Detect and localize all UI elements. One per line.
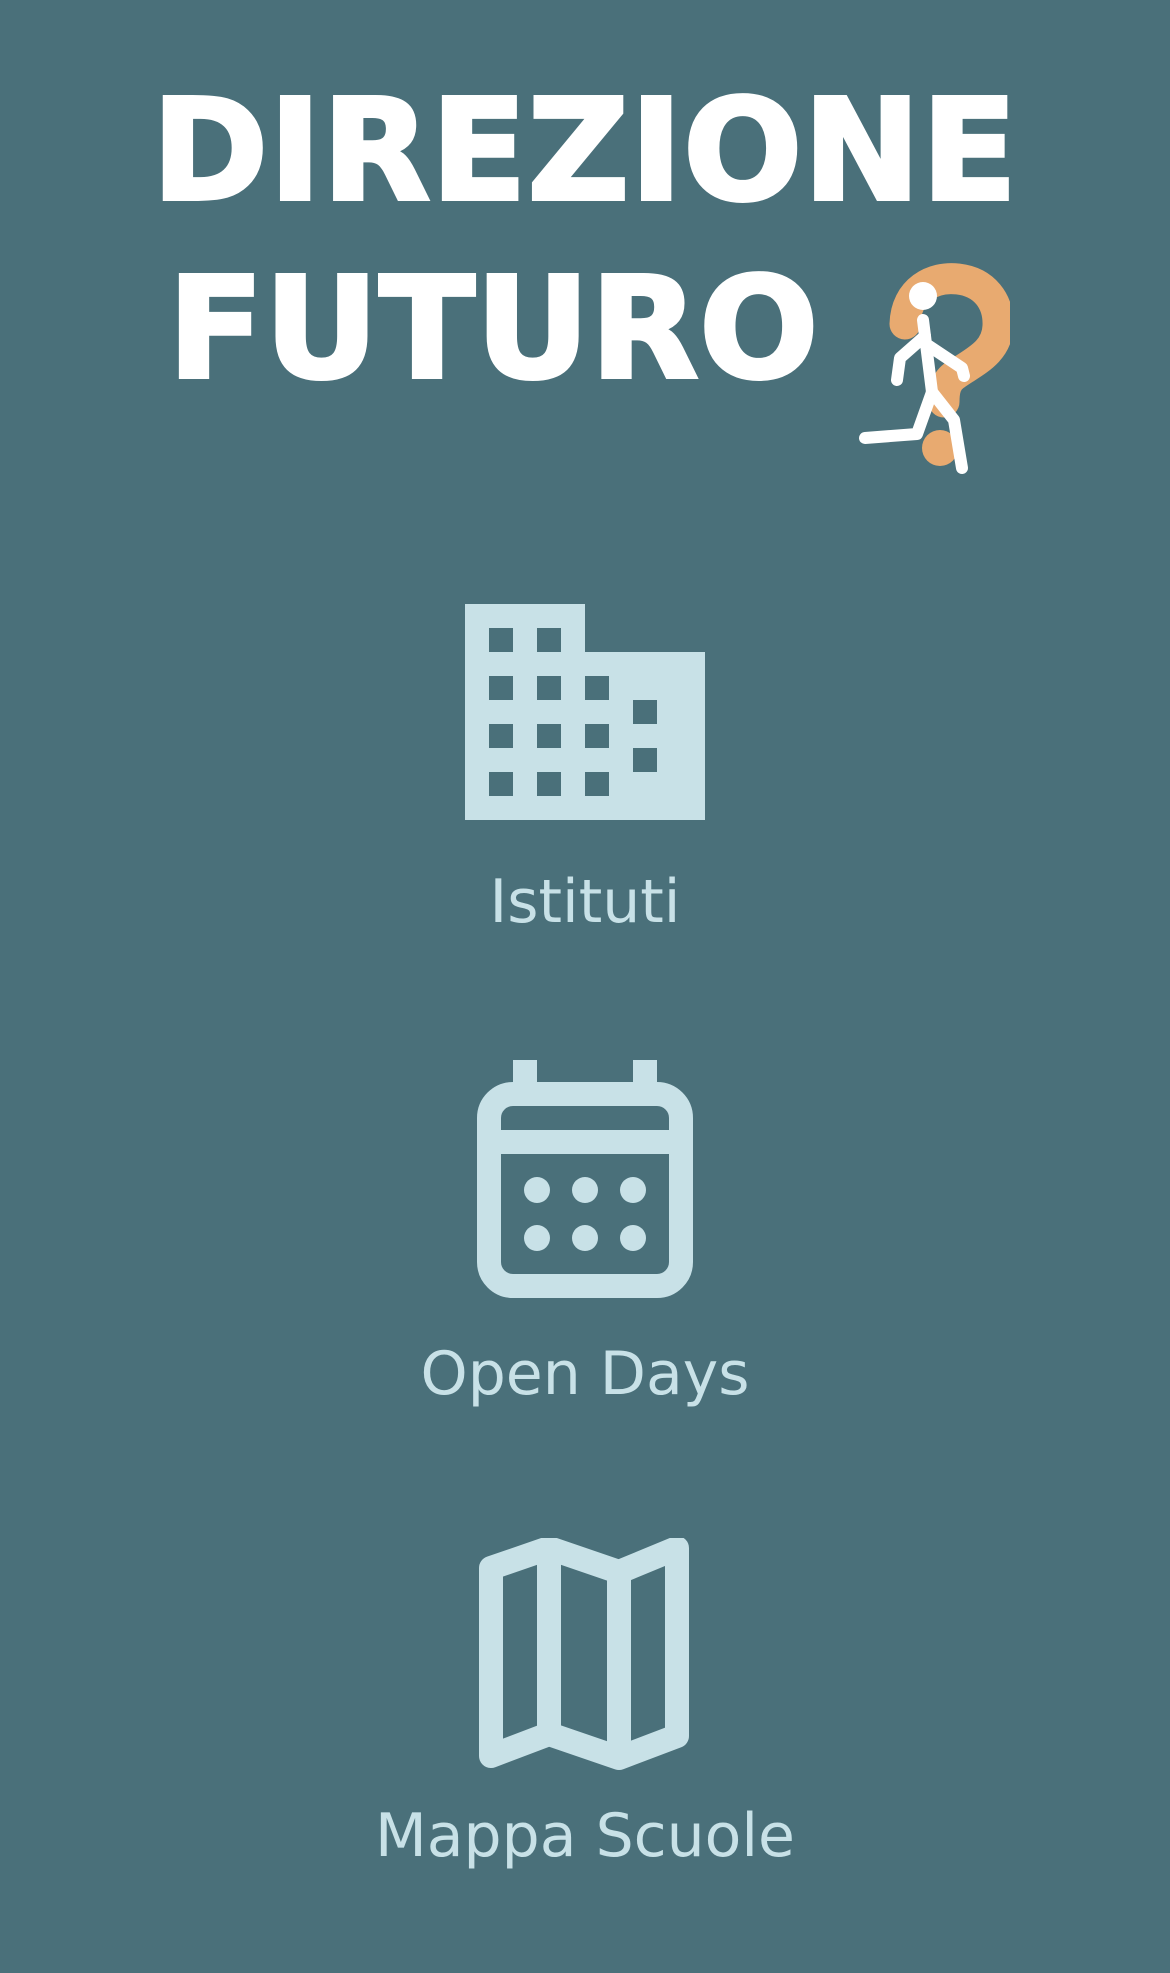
menu-item-label: Mappa Scuole	[375, 1801, 795, 1871]
building-icon	[465, 604, 705, 820]
app-title-line-2: FUTURO	[166, 248, 820, 411]
menu-item-istituti[interactable]: Istituti	[335, 598, 835, 988]
map-icon	[479, 1538, 689, 1770]
menu-item-open-days[interactable]: Open Days	[335, 1058, 835, 1448]
app-logo: DIREZIONE FUTURO	[0, 70, 1170, 474]
menu-item-mappa-scuole[interactable]: Mappa Scuole	[335, 1538, 835, 1928]
menu-item-label: Open Days	[420, 1339, 750, 1409]
menu-item-label: Istituti	[489, 867, 681, 937]
calendar-icon	[477, 1060, 693, 1298]
runner-question-logo	[859, 263, 1010, 474]
app-title-line-1: DIREZIONE	[150, 70, 1019, 233]
